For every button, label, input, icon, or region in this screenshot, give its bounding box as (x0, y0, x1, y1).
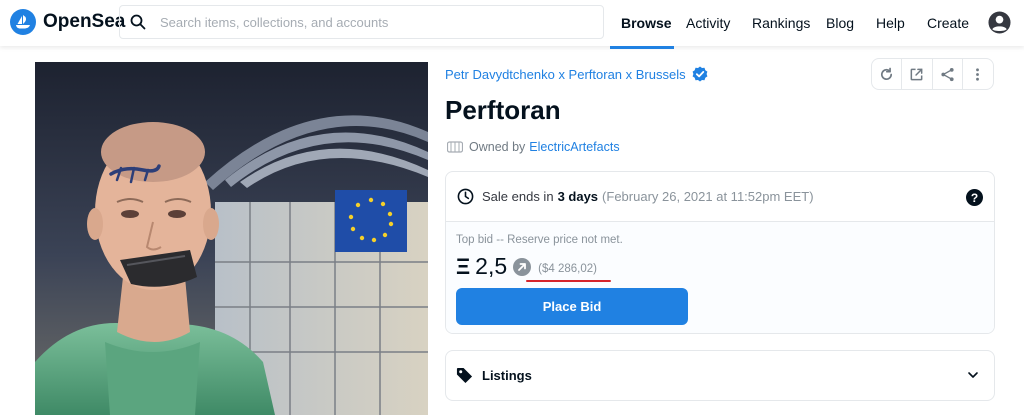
account-button[interactable] (988, 11, 1011, 39)
collection-name[interactable]: Petr Davydtchenko x Perftoran x Brussels (445, 67, 686, 82)
nav-create[interactable]: Create (927, 15, 969, 31)
open-external-button[interactable] (902, 59, 933, 89)
share-button[interactable] (933, 59, 963, 89)
asset-artwork (35, 62, 428, 415)
nav-active-indicator (610, 46, 674, 49)
top-navbar: OpenSea Browse Activity Rankings Blog He… (0, 0, 1024, 49)
nav-activity[interactable]: Activity (686, 15, 730, 31)
more-options-button[interactable] (963, 59, 993, 89)
sale-ends-in: 3 days (557, 189, 599, 204)
search-input[interactable] (160, 14, 580, 30)
refresh-button[interactable] (872, 59, 903, 89)
price-row: Ξ 2,5 ($4 286,02) (456, 253, 597, 280)
clock-icon (457, 188, 474, 205)
owner-link[interactable]: ElectricArtefacts (529, 140, 619, 154)
refresh-icon (881, 67, 893, 80)
owner-line: Owned by ElectricArtefacts (447, 140, 620, 154)
opensea-logo-icon (10, 9, 36, 35)
collection-link[interactable]: Petr Davydtchenko x Perftoran x Brussels (445, 66, 708, 82)
more-vertical-icon (976, 67, 980, 81)
place-bid-button[interactable]: Place Bid (456, 288, 688, 325)
nav-rankings[interactable]: Rankings (752, 15, 810, 31)
search-box[interactable] (119, 5, 604, 39)
listings-panel[interactable]: Listings (445, 350, 995, 401)
brand-name: OpenSea (43, 11, 126, 32)
sale-ends-date: (February 26, 2021 at 11:52pm EET) (602, 189, 814, 204)
external-link-icon (910, 68, 923, 80)
share-icon (941, 67, 954, 81)
asset-image[interactable] (35, 62, 428, 415)
opensea-logo[interactable]: OpenSea (10, 9, 125, 35)
asset-title: Perftoran (445, 95, 561, 125)
help-icon[interactable]: ? (966, 189, 983, 206)
top-bid-label: Top bid -- Reserve price not met. (456, 234, 623, 246)
highlight-underline (526, 280, 611, 282)
price-convert-icon[interactable] (513, 257, 532, 276)
listings-label: Listings (482, 368, 532, 383)
chevron-down-icon (968, 372, 978, 378)
search-icon (130, 14, 146, 30)
sale-deadline: Sale ends in 3 days (February 26, 2021 a… (446, 172, 994, 222)
nav-blog[interactable]: Blog (826, 15, 854, 31)
sale-card: Sale ends in 3 days (February 26, 2021 a… (445, 171, 995, 334)
tag-icon (456, 367, 473, 384)
verified-badge-icon (692, 66, 708, 82)
account-icon (988, 11, 1011, 34)
nav-help[interactable]: Help (876, 15, 905, 31)
owned-by-label: Owned by (469, 140, 526, 154)
nav-browse[interactable]: Browse (621, 15, 672, 31)
owner-icon (447, 141, 463, 153)
eth-symbol-icon: Ξ (456, 253, 471, 279)
bid-price: 2,5 (475, 253, 508, 279)
asset-toolbar (871, 58, 994, 90)
sale-ends-label: Sale ends in (482, 189, 554, 204)
usd-price: ($4 286,02) (538, 262, 597, 275)
